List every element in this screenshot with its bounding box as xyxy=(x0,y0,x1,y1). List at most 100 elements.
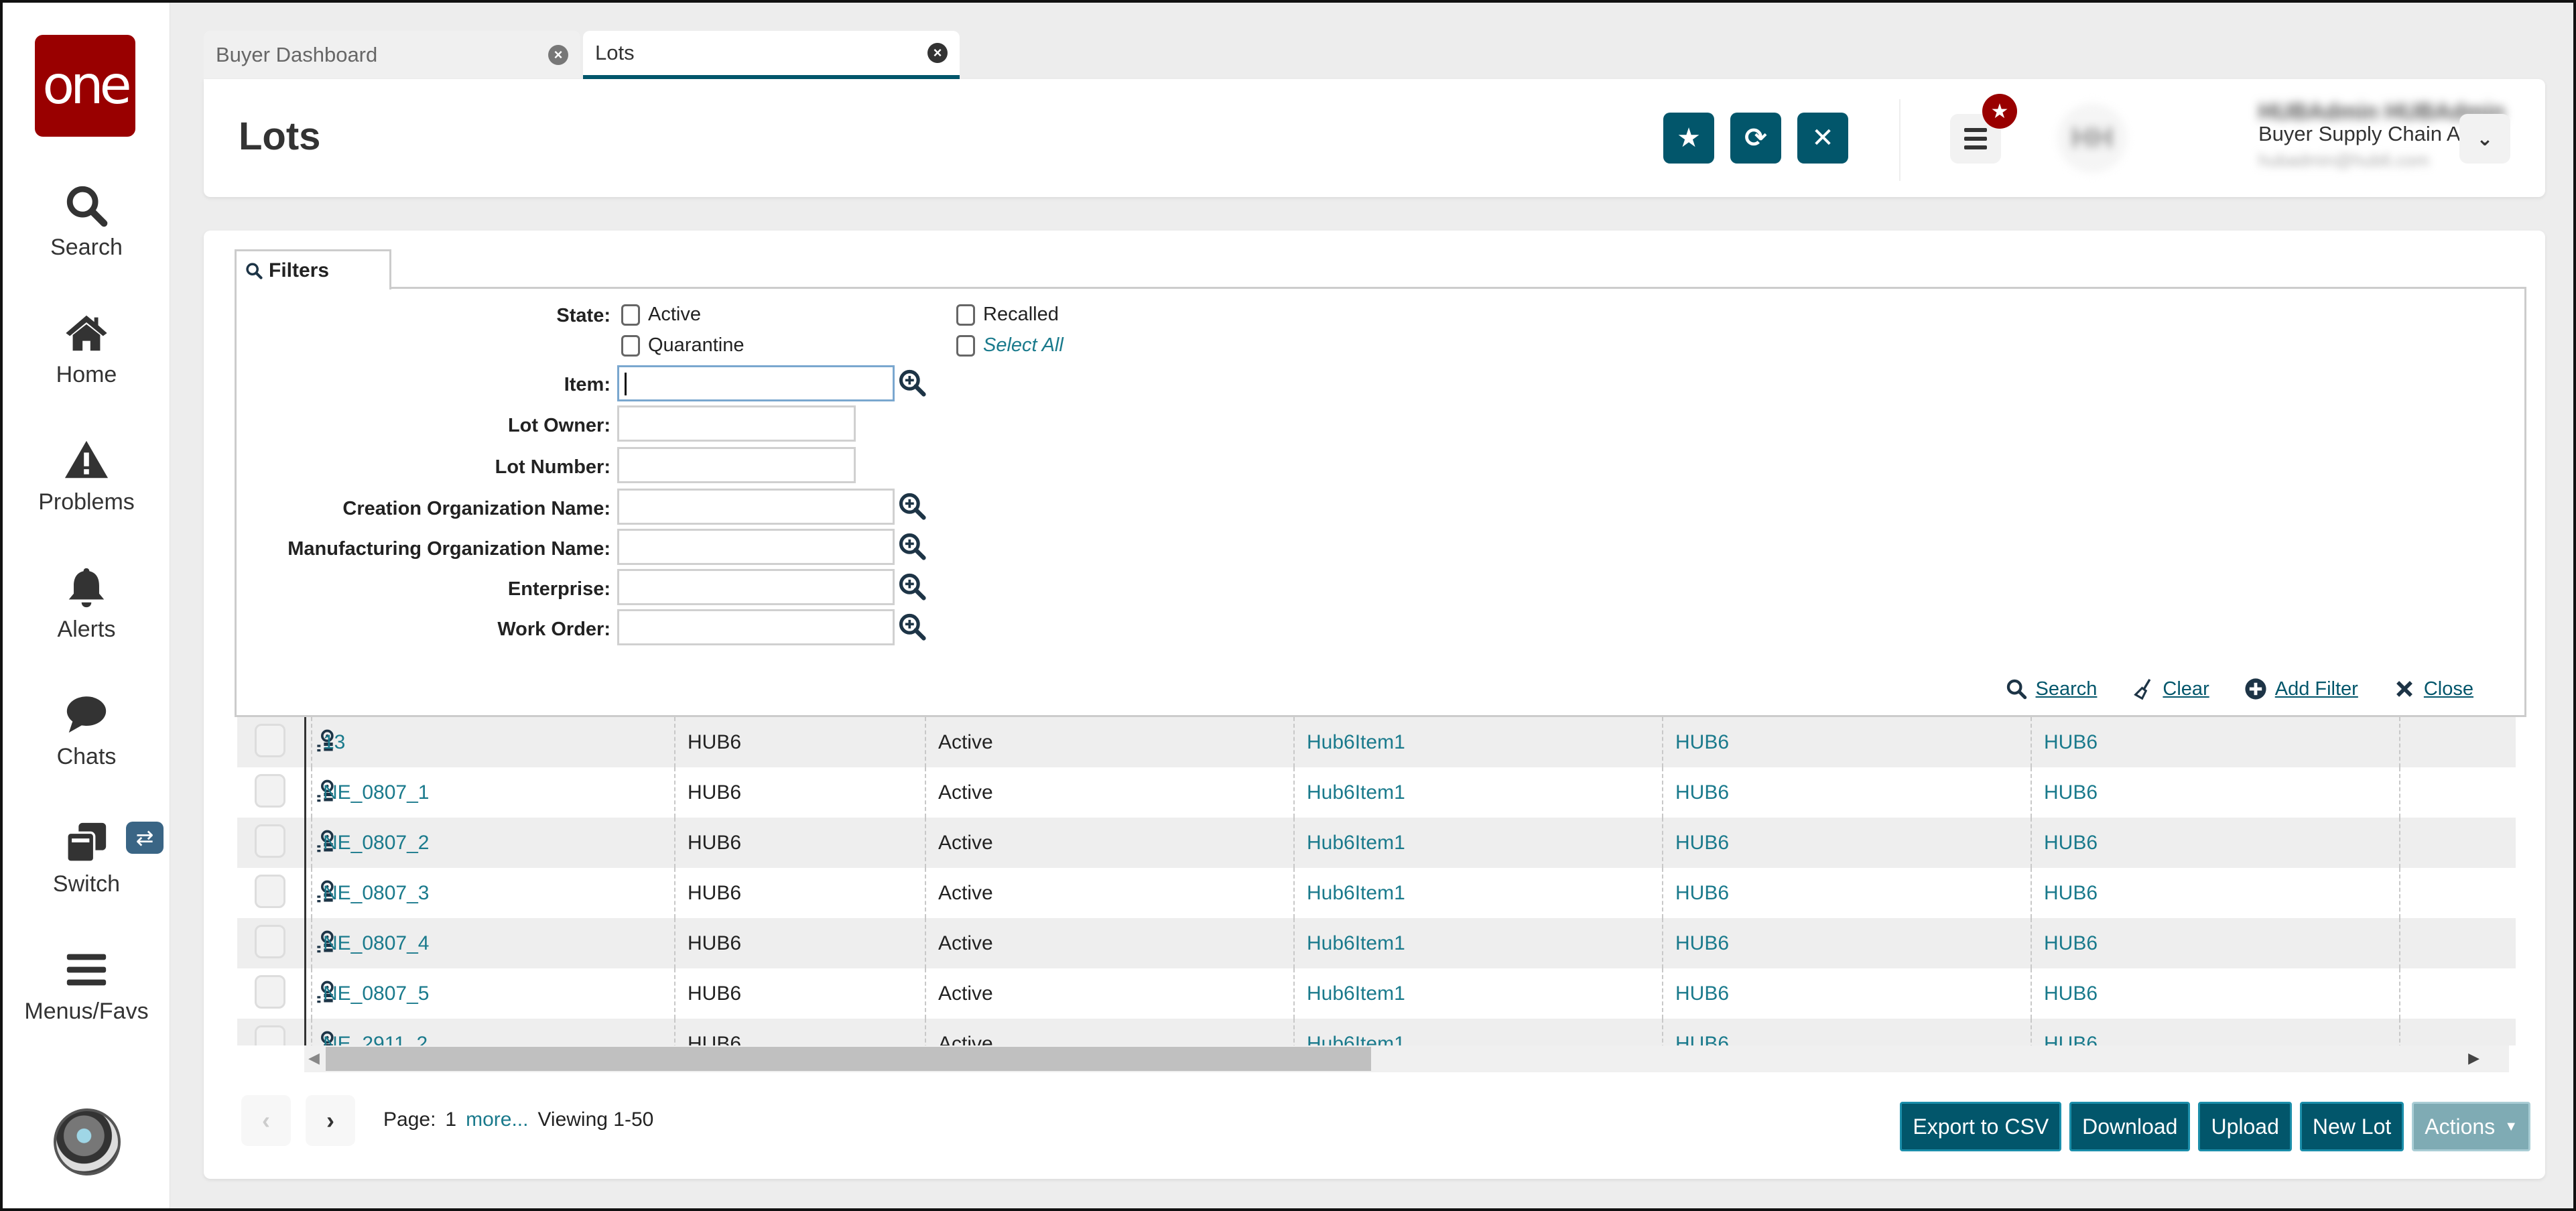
close-page-button[interactable]: ✕ xyxy=(1797,113,1848,164)
filter-search-link[interactable]: Search xyxy=(2005,678,2097,700)
lookup-icon[interactable] xyxy=(897,491,927,521)
export-csv-button[interactable]: Export to CSV xyxy=(1900,1102,2062,1151)
sidebar-item-alerts[interactable]: Alerts xyxy=(3,564,170,643)
download-button[interactable]: Download xyxy=(2069,1102,2191,1151)
horizontal-scroll-thumb[interactable] xyxy=(326,1047,1371,1071)
lot-number-cell[interactable]: NE_0807_3 xyxy=(315,868,429,918)
creation-org-cell[interactable]: HUB6 xyxy=(1667,767,1729,818)
lot-number-cell[interactable]: NE_2911_2 xyxy=(315,1019,428,1046)
tab-lots[interactable]: Lots × xyxy=(583,31,960,79)
manufacturing-org-cell[interactable]: HUB6 xyxy=(2036,767,2098,818)
item-cell[interactable]: Hub6Item1 xyxy=(1299,818,1405,868)
column-separator xyxy=(925,918,926,968)
sidebar-item-chats[interactable]: Chats xyxy=(3,692,170,770)
state-quarantine-checkbox[interactable]: Quarantine xyxy=(621,334,745,357)
switch-badge[interactable]: ⇄ xyxy=(126,822,164,854)
row-checkbox[interactable] xyxy=(255,774,285,808)
favorites-star-badge-icon[interactable]: ★ xyxy=(1982,94,2017,129)
manufacturing-org-cell[interactable]: HUB6 xyxy=(2036,1019,2098,1046)
close-tab-icon[interactable]: × xyxy=(548,45,568,65)
item-cell[interactable]: Hub6Item1 xyxy=(1299,767,1405,818)
filter-clear-link[interactable]: Clear xyxy=(2132,678,2209,700)
table-row[interactable]: NE_0807_2 HUB6 Active Hub6Item1 HUB6 HUB6 xyxy=(237,818,2516,868)
horizontal-scrollbar[interactable]: ◀ ▶ xyxy=(304,1045,2509,1072)
item-cell[interactable]: Hub6Item1 xyxy=(1299,1019,1405,1046)
upload-button[interactable]: Upload xyxy=(2198,1102,2292,1151)
row-checkbox[interactable] xyxy=(255,875,285,908)
app-logo[interactable]: one xyxy=(35,35,135,137)
user-avatar[interactable]: HH xyxy=(2057,103,2127,173)
sidebar-item-search[interactable]: Search xyxy=(3,182,170,261)
manufacturing-org-cell[interactable]: HUB6 xyxy=(2036,818,2098,868)
table-row[interactable]: 13 HUB6 Active Hub6Item1 HUB6 HUB6 xyxy=(237,717,2516,767)
item-cell[interactable]: Hub6Item1 xyxy=(1299,868,1405,918)
refresh-button[interactable]: ⟳ xyxy=(1730,113,1781,164)
manufacturing-org-cell[interactable]: HUB6 xyxy=(2036,968,2098,1019)
manufacturing-org-cell[interactable]: HUB6 xyxy=(2036,868,2098,918)
creation-org-input[interactable] xyxy=(617,489,895,525)
manufacturing-org-cell[interactable]: HUB6 xyxy=(2036,918,2098,968)
item-input[interactable] xyxy=(617,365,895,401)
enterprise-input[interactable] xyxy=(617,569,895,605)
table-row[interactable]: NE_0807_3 HUB6 Active Hub6Item1 HUB6 HUB6 xyxy=(237,868,2516,918)
state-active-checkbox[interactable]: Active xyxy=(621,304,701,326)
lookup-icon[interactable] xyxy=(897,572,927,601)
scroll-left-icon[interactable]: ◀ xyxy=(308,1049,320,1067)
creation-org-cell[interactable]: HUB6 xyxy=(1667,818,1729,868)
scroll-right-icon[interactable]: ▶ xyxy=(2468,1049,2480,1067)
lot-number-cell[interactable]: NE_0807_2 xyxy=(315,818,429,868)
sidebar-item-home[interactable]: Home xyxy=(3,310,170,388)
lot-number-cell[interactable]: NE_0807_5 xyxy=(315,968,429,1019)
creation-org-cell[interactable]: HUB6 xyxy=(1667,968,1729,1019)
state-select-all-checkbox[interactable]: Select All xyxy=(956,334,1064,357)
creation-org-cell[interactable]: HUB6 xyxy=(1667,1019,1729,1046)
checkbox[interactable] xyxy=(621,304,640,326)
lot-number-cell[interactable]: NE_0807_1 xyxy=(315,767,429,818)
checkbox[interactable] xyxy=(956,304,975,326)
table-row[interactable]: NE_2911_2 HUB6 Active Hub6Item1 HUB6 HUB6 xyxy=(237,1019,2516,1045)
actions-dropdown-button[interactable]: Actions ▼ xyxy=(2412,1102,2530,1151)
item-cell[interactable]: Hub6Item1 xyxy=(1299,717,1405,767)
filters-tab[interactable]: Filters xyxy=(235,249,391,290)
creation-org-cell[interactable]: HUB6 xyxy=(1667,918,1729,968)
lookup-icon[interactable] xyxy=(897,612,927,641)
creation-org-cell[interactable]: HUB6 xyxy=(1667,868,1729,918)
close-tab-icon[interactable]: × xyxy=(927,43,948,63)
manufacturing-org-cell[interactable]: HUB6 xyxy=(2036,717,2098,767)
table-row[interactable]: NE_0807_4 HUB6 Active Hub6Item1 HUB6 HUB6 xyxy=(237,918,2516,968)
lot-number-input[interactable] xyxy=(617,447,856,483)
more-pages-link[interactable]: more... xyxy=(466,1108,528,1131)
user-dropdown-button[interactable]: ⌄ xyxy=(2459,114,2510,164)
sidebar-item-menus-favs[interactable]: Menus/Favs xyxy=(3,946,170,1025)
favorite-button[interactable]: ★ xyxy=(1663,113,1714,164)
state-recalled-checkbox[interactable]: Recalled xyxy=(956,304,1059,326)
lookup-icon[interactable] xyxy=(897,368,927,397)
column-separator xyxy=(311,968,312,1019)
manufacturing-org-input[interactable] xyxy=(617,529,895,565)
sidebar-item-problems[interactable]: Problems xyxy=(3,437,170,515)
lookup-icon[interactable] xyxy=(897,531,927,561)
item-cell[interactable]: Hub6Item1 xyxy=(1299,918,1405,968)
lot-owner-input[interactable] xyxy=(617,405,856,442)
previous-page-button[interactable]: ‹ xyxy=(241,1095,291,1146)
checkbox[interactable] xyxy=(956,334,975,357)
next-page-button[interactable]: › xyxy=(306,1095,355,1146)
filter-close-link[interactable]: Close xyxy=(2393,678,2473,700)
table-row[interactable]: NE_0807_5 HUB6 Active Hub6Item1 HUB6 HUB6 xyxy=(237,968,2516,1019)
lot-number-cell[interactable]: NE_0807_4 xyxy=(315,918,429,968)
table-row[interactable]: NE_0807_1 HUB6 Active Hub6Item1 HUB6 HUB6 xyxy=(237,767,2516,818)
new-lot-button[interactable]: New Lot xyxy=(2299,1102,2404,1151)
row-checkbox[interactable] xyxy=(255,925,285,958)
creation-org-cell[interactable]: HUB6 xyxy=(1667,717,1729,767)
checkbox[interactable] xyxy=(621,334,640,357)
tab-buyer-dashboard[interactable]: Buyer Dashboard × xyxy=(204,31,580,79)
row-checkbox[interactable] xyxy=(255,975,285,1009)
lot-number-cell[interactable]: 13 xyxy=(315,717,345,767)
add-filter-link[interactable]: Add Filter xyxy=(2244,678,2358,700)
row-checkbox[interactable] xyxy=(255,1025,285,1045)
assistant-avatar[interactable] xyxy=(54,1108,121,1175)
row-checkbox[interactable] xyxy=(255,724,285,757)
work-order-input[interactable] xyxy=(617,609,895,645)
item-cell[interactable]: Hub6Item1 xyxy=(1299,968,1405,1019)
row-checkbox[interactable] xyxy=(255,824,285,858)
